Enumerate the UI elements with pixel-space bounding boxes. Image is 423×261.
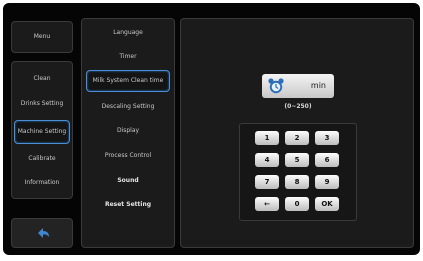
- nav-item-label: Clean: [33, 75, 51, 82]
- key-7[interactable]: 7: [255, 175, 279, 189]
- nav-item-label: Machine Setting: [17, 128, 67, 135]
- back-arrow-icon: [38, 228, 49, 238]
- sub-item-process-control[interactable]: Process Control: [82, 148, 174, 164]
- sub-item-label: Timer: [119, 53, 137, 60]
- sub-item-display[interactable]: Display: [82, 123, 174, 139]
- sub-item-label: Language: [113, 29, 143, 36]
- key-ok[interactable]: OK: [315, 197, 339, 211]
- machine-screen: Menu Clean Drinks Setting Machine Settin…: [3, 3, 420, 255]
- back-button[interactable]: [11, 218, 73, 248]
- nav-item-calibrate[interactable]: Calibrate: [12, 151, 72, 167]
- sub-item-label: Milk System Clean time: [92, 77, 164, 84]
- sub-item-reset-setting[interactable]: Reset Setting: [82, 197, 174, 213]
- sub-item-descaling-setting[interactable]: Descaling Setting: [82, 99, 174, 115]
- time-unit: min: [310, 81, 326, 90]
- key-3[interactable]: 3: [315, 131, 339, 145]
- sub-item-label: Descaling Setting: [101, 103, 155, 110]
- time-range: (0~250): [284, 103, 312, 110]
- nav-item-label: Calibrate: [28, 155, 56, 162]
- alarm-clock-icon: [268, 78, 284, 94]
- nav-item-information[interactable]: Information: [12, 175, 72, 191]
- editor-panel: min (0~250) 1 2 3 4 5 6 7 8 9 ← 0 OK: [180, 18, 414, 248]
- sub-item-milk-system-clean-time[interactable]: Milk System Clean time: [86, 70, 170, 92]
- menu-label: Menu: [33, 33, 51, 40]
- nav-item-machine-setting[interactable]: Machine Setting: [14, 120, 70, 144]
- key-6[interactable]: 6: [315, 153, 339, 167]
- sub-item-label: Reset Setting: [104, 201, 152, 208]
- sub-item-label: Display: [116, 127, 140, 134]
- sub-menu: Language Timer Milk System Clean time De…: [81, 18, 175, 248]
- sub-item-sound[interactable]: Sound: [82, 173, 174, 189]
- sub-item-label: Process Control: [104, 152, 152, 159]
- key-5[interactable]: 5: [285, 153, 309, 167]
- key-1[interactable]: 1: [255, 131, 279, 145]
- time-value-field[interactable]: min: [262, 74, 334, 98]
- sub-item-timer[interactable]: Timer: [82, 49, 174, 65]
- sub-item-language[interactable]: Language: [82, 25, 174, 41]
- nav-item-drinks-setting[interactable]: Drinks Setting: [12, 96, 72, 112]
- menu-header[interactable]: Menu: [11, 21, 73, 53]
- sub-item-label: Sound: [117, 177, 139, 184]
- key-9[interactable]: 9: [315, 175, 339, 189]
- key-0[interactable]: 0: [285, 197, 309, 211]
- left-nav: Clean Drinks Setting Machine Setting Cal…: [11, 61, 73, 199]
- key-8[interactable]: 8: [285, 175, 309, 189]
- key-backspace[interactable]: ←: [255, 197, 279, 211]
- nav-item-label: Drinks Setting: [20, 100, 64, 107]
- nav-item-label: Information: [24, 179, 60, 186]
- key-4[interactable]: 4: [255, 153, 279, 167]
- nav-item-clean[interactable]: Clean: [12, 71, 72, 87]
- numeric-keypad: 1 2 3 4 5 6 7 8 9 ← 0 OK: [239, 123, 357, 221]
- key-2[interactable]: 2: [285, 131, 309, 145]
